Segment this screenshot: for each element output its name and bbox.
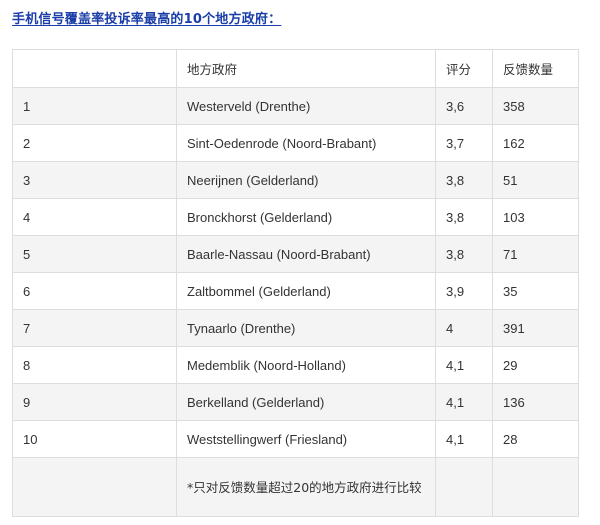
cell-rank: 10 [12,420,177,458]
ranking-table: 地方政府 评分 反馈数量 1 Westerveld (Drenthe) 3,6 358… [12,49,579,517]
table-row: 9 Berkelland (Gelderland) 4,1 136 [12,383,579,421]
cell-municipality: Medemblik (Noord-Holland) [176,346,436,384]
cell-score: 4,1 [435,346,493,384]
cell-municipality: Bronckhorst (Gelderland) [176,198,436,236]
cell-rank: 6 [12,272,177,310]
header-municipality: 地方政府 [176,49,436,88]
footnote-empty-cell [12,457,177,517]
cell-score: 3,8 [435,161,493,199]
cell-municipality: Zaltbommel (Gelderland) [176,272,436,310]
cell-municipality: Tynaarlo (Drenthe) [176,309,436,347]
cell-municipality: Sint-Oedenrode (Noord-Brabant) [176,124,436,162]
table-row: 5 Baarle-Nassau (Noord-Brabant) 3,8 71 [12,235,579,273]
cell-rank: 8 [12,346,177,384]
cell-rank: 1 [12,87,177,125]
cell-feedback-count: 358 [492,87,579,125]
header-rank [12,49,177,88]
table-row: 6 Zaltbommel (Gelderland) 3,9 35 [12,272,579,310]
cell-score: 4,1 [435,420,493,458]
cell-feedback-count: 51 [492,161,579,199]
table-row: 2 Sint-Oedenrode (Noord-Brabant) 3,7 162 [12,124,579,162]
cell-score: 3,8 [435,198,493,236]
cell-score: 4,1 [435,383,493,421]
table-row: 7 Tynaarlo (Drenthe) 4 391 [12,309,579,347]
cell-rank: 5 [12,235,177,273]
header-score: 评分 [435,49,493,88]
cell-score: 4 [435,309,493,347]
cell-feedback-count: 35 [492,272,579,310]
cell-rank: 3 [12,161,177,199]
footnote-empty-cell [492,457,579,517]
cell-feedback-count: 28 [492,420,579,458]
table-row: 10 Weststellingwerf (Friesland) 4,1 28 [12,420,579,458]
cell-score: 3,6 [435,87,493,125]
page-heading[interactable]: 手机信号覆盖率投诉率最高的10个地方政府： [12,8,281,27]
footnote-text: *只对反馈数量超过20的地方政府进行比较 [176,457,436,517]
cell-municipality: Westerveld (Drenthe) [176,87,436,125]
cell-feedback-count: 162 [492,124,579,162]
cell-feedback-count: 71 [492,235,579,273]
table-row: 8 Medemblik (Noord-Holland) 4,1 29 [12,346,579,384]
table-row: 3 Neerijnen (Gelderland) 3,8 51 [12,161,579,199]
ranking-table-body: 地方政府 评分 反馈数量 1 Westerveld (Drenthe) 3,6 358… [12,49,579,517]
table-header-row: 地方政府 评分 反馈数量 [12,49,579,88]
cell-rank: 4 [12,198,177,236]
cell-score: 3,8 [435,235,493,273]
cell-feedback-count: 136 [492,383,579,421]
cell-feedback-count: 103 [492,198,579,236]
cell-municipality: Weststellingwerf (Friesland) [176,420,436,458]
cell-rank: 9 [12,383,177,421]
table-footnote-row: *只对反馈数量超过20的地方政府进行比较 [12,457,579,517]
cell-municipality: Berkelland (Gelderland) [176,383,436,421]
cell-feedback-count: 391 [492,309,579,347]
table-row: 4 Bronckhorst (Gelderland) 3,8 103 [12,198,579,236]
cell-rank: 7 [12,309,177,347]
cell-municipality: Baarle-Nassau (Noord-Brabant) [176,235,436,273]
cell-score: 3,7 [435,124,493,162]
table-row: 1 Westerveld (Drenthe) 3,6 358 [12,87,579,125]
cell-feedback-count: 29 [492,346,579,384]
header-feedback-count: 反馈数量 [492,49,579,88]
cell-municipality: Neerijnen (Gelderland) [176,161,436,199]
cell-score: 3,9 [435,272,493,310]
footnote-empty-cell [435,457,493,517]
cell-rank: 2 [12,124,177,162]
